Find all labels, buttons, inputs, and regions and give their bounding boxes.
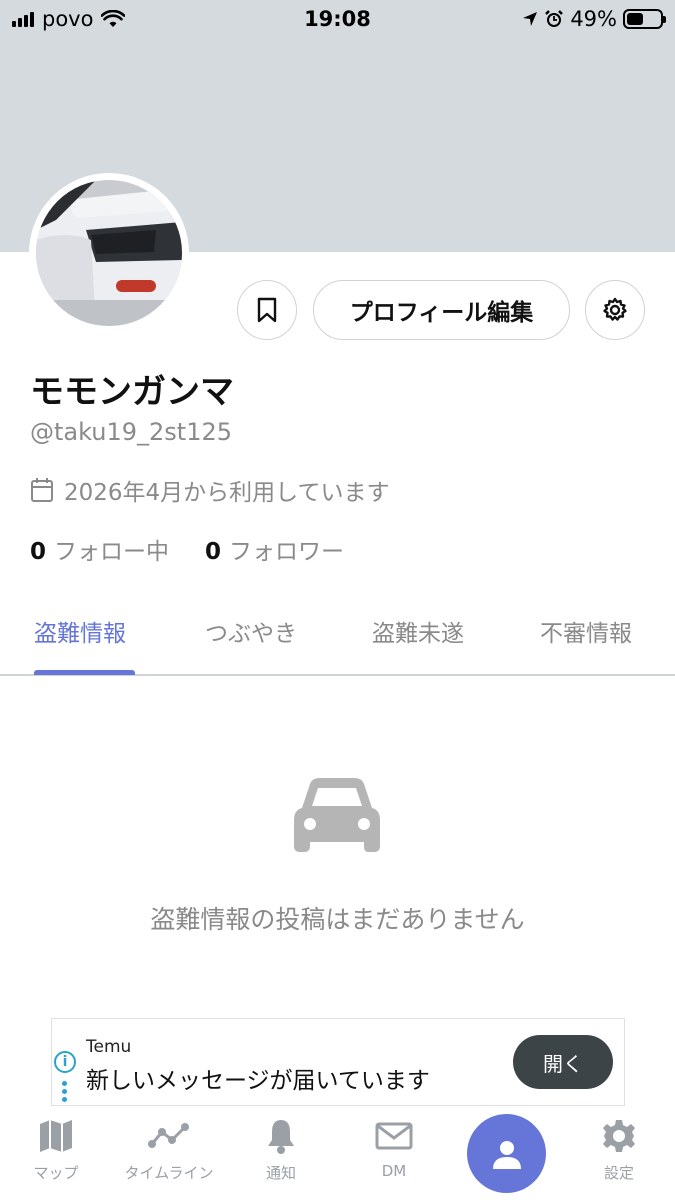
nav-dm[interactable]: DM (339, 1110, 449, 1180)
tab-suspicious-info[interactable]: 不審情報 (540, 614, 632, 648)
nav-settings[interactable]: 設定 (564, 1110, 674, 1183)
edit-profile-button[interactable]: プロフィール編集 (313, 280, 570, 340)
gear-icon (603, 1120, 635, 1152)
ad-banner[interactable]: i Temu 新しいメッセージが届いています 開く (51, 1018, 625, 1106)
profile-icon (492, 1140, 521, 1169)
signal-icon (12, 11, 34, 27)
calendar-icon (31, 478, 53, 502)
tab-tweets[interactable]: つぶやき (205, 614, 297, 648)
following-count: 0 (30, 539, 47, 565)
battery-icon (623, 9, 666, 29)
tab-theft-info[interactable]: 盗難情報 (34, 614, 126, 648)
ad-info-icon[interactable]: i (54, 1051, 76, 1073)
follow-stats: 0 フォロー中 0 フォロワー (30, 532, 344, 566)
nav-timeline[interactable]: タイムライン (114, 1110, 224, 1183)
wifi-icon (101, 10, 126, 27)
avatar-image (36, 180, 182, 326)
followers-stat[interactable]: 0 フォロワー (205, 532, 344, 566)
mail-icon (375, 1122, 413, 1150)
bookmark-button[interactable] (237, 280, 297, 340)
gear-icon (603, 297, 627, 321)
bottom-nav: マップ タイムライン 通知 DM 設定 (0, 1110, 675, 1200)
joined-label: 2026年4月から利用しています (64, 480, 390, 506)
nav-map-label: マップ (33, 1164, 79, 1182)
map-icon (40, 1120, 72, 1152)
car-icon (294, 778, 380, 852)
status-bar: povo 19:08 49% (0, 0, 675, 38)
location-arrow-icon (523, 12, 538, 26)
active-tab-indicator (34, 670, 135, 675)
timeline-icon (148, 1123, 189, 1148)
following-stat[interactable]: 0 フォロー中 (30, 532, 169, 566)
avatar[interactable] (29, 173, 189, 333)
alarm-icon (545, 10, 564, 27)
ad-message: 新しいメッセージが届いています (86, 1068, 430, 1094)
battery-percent: 49% (570, 7, 617, 31)
profile-settings-button[interactable] (585, 280, 645, 340)
nav-dm-label: DM (381, 1162, 407, 1180)
nav-notifications[interactable]: 通知 (226, 1110, 336, 1183)
joined-date: 2026年4月から利用しています (30, 473, 389, 507)
display-name: モモンガンマ (30, 372, 234, 412)
user-handle: @taku19_2st125 (30, 418, 233, 446)
ad-brand: Temu (86, 1037, 132, 1057)
bell-icon (268, 1120, 294, 1154)
ad-menu-icon[interactable] (62, 1081, 67, 1102)
following-label: フォロー中 (54, 539, 170, 565)
nav-notifications-label: 通知 (265, 1164, 296, 1182)
followers-count: 0 (205, 539, 222, 565)
empty-state-text: 盗難情報の投稿はまだありません (150, 905, 525, 934)
followers-label: フォロワー (229, 539, 345, 565)
carrier-label: povo (42, 7, 94, 31)
nav-timeline-label: タイムライン (124, 1164, 214, 1182)
profile-tabs: 盗難情報 つぶやき 盗難未遂 不審情報 (0, 604, 675, 676)
ad-open-button[interactable]: 開く (513, 1035, 613, 1089)
nav-map[interactable]: マップ (1, 1110, 111, 1183)
nav-settings-label: 設定 (603, 1164, 634, 1182)
bookmark-icon (257, 297, 277, 323)
tab-attempted-theft[interactable]: 盗難未遂 (372, 614, 464, 648)
nav-profile-button[interactable] (467, 1114, 546, 1193)
